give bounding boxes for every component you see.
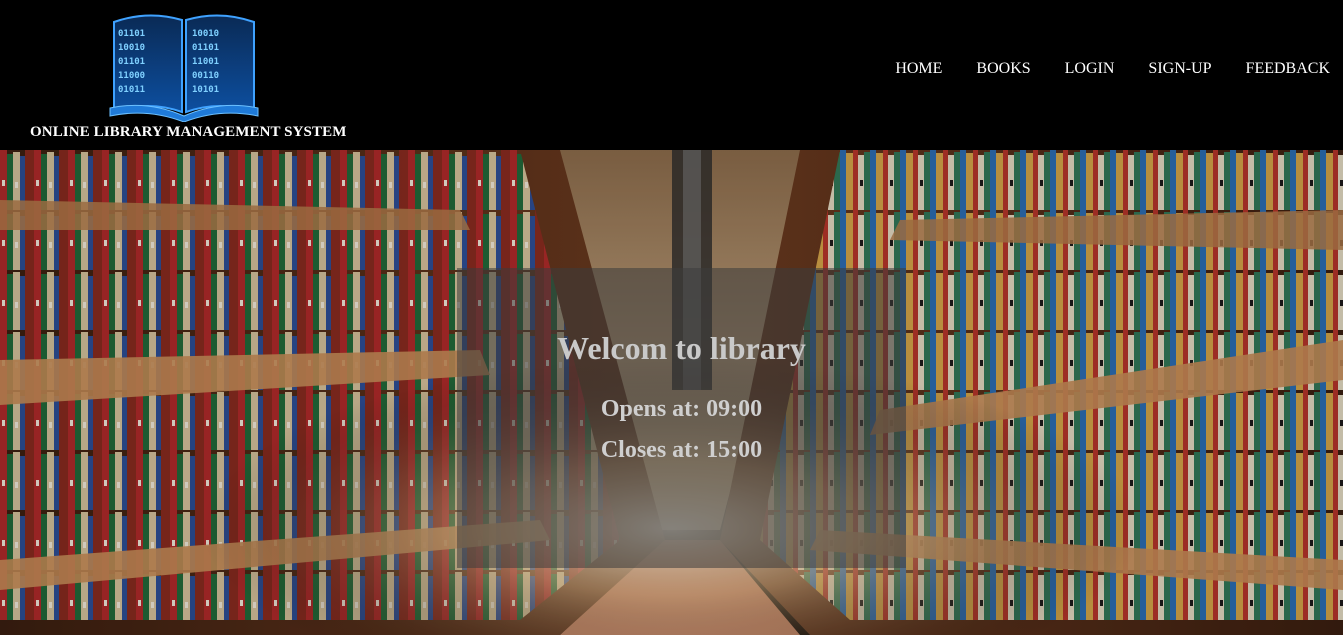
opening-time: Opens at: 09:00 [600, 396, 763, 422]
site-title: ONLINE LIBRARY MANAGEMENT SYSTEM [30, 124, 347, 140]
svg-text:10010: 10010 [192, 29, 219, 39]
svg-text:01101: 01101 [192, 43, 219, 53]
nav-signup-link[interactable]: SIGN-UP [1148, 60, 1211, 78]
open-book-binary-icon[interactable]: 01101 10010 01101 11000 01011 10010 0110… [108, 8, 260, 122]
nav-books-link[interactable]: BOOKS [976, 60, 1030, 78]
library-hours-panel: Welcom to library Opens at: 09:00 Closes… [457, 268, 906, 568]
svg-text:00110: 00110 [192, 71, 219, 81]
page: 01101 10010 01101 11000 01011 10010 0110… [0, 0, 1343, 635]
nav-home-link[interactable]: HOME [895, 60, 942, 78]
svg-text:10101: 10101 [192, 85, 219, 95]
hero-banner: Welcom to library Opens at: 09:00 Closes… [0, 150, 1343, 635]
closing-time: Closes at: 15:00 [600, 437, 763, 463]
nav-feedback-link[interactable]: FEEDBACK [1246, 60, 1330, 78]
main-nav: HOME BOOKS LOGIN SIGN-UP FEEDBACK [861, 60, 1330, 78]
svg-text:01101: 01101 [118, 57, 145, 67]
nav-login-link[interactable]: LOGIN [1065, 60, 1115, 78]
svg-text:11001: 11001 [192, 57, 219, 67]
svg-text:11000: 11000 [118, 71, 145, 81]
svg-text:01101: 01101 [118, 29, 145, 39]
header: 01101 10010 01101 11000 01011 10010 0110… [0, 0, 1343, 150]
svg-text:01011: 01011 [118, 85, 145, 95]
welcome-heading: Welcom to library [557, 330, 806, 366]
svg-text:10010: 10010 [118, 43, 145, 53]
